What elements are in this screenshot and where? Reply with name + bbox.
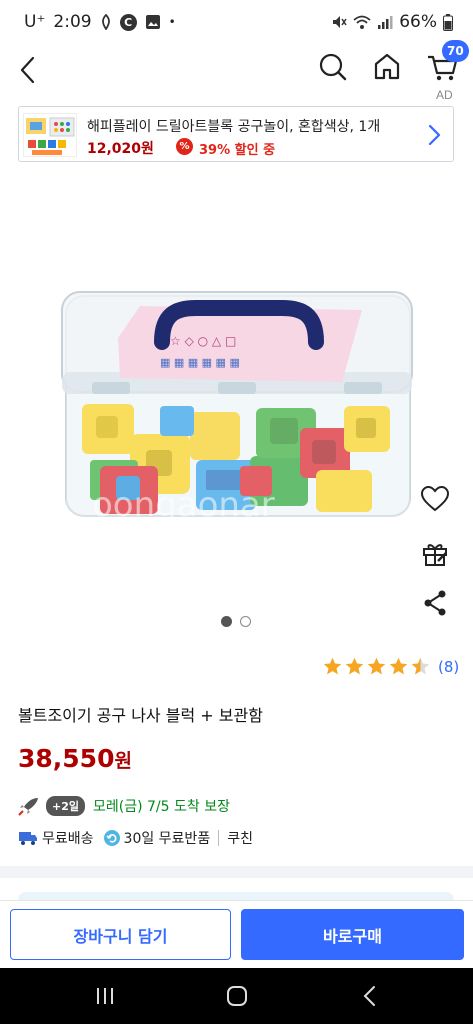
watermark-text: oongaonar (92, 485, 275, 525)
ad-discount: 39% 할인 중 (199, 143, 276, 158)
system-navigation-bar (0, 968, 473, 1024)
carrier-label: U⁺ (24, 12, 46, 32)
top-navigation: 70 (0, 40, 473, 100)
status-time: 2:09 (53, 12, 92, 32)
product-price: 38,550원 (18, 744, 132, 773)
wifi-icon (353, 14, 371, 30)
recents-icon (97, 988, 113, 1004)
mute-icon (331, 14, 347, 30)
price-value: 38,550 (18, 744, 115, 773)
system-home-button[interactable] (226, 985, 248, 1007)
ad-label: AD (436, 88, 453, 102)
star-half-icon (411, 657, 430, 675)
svg-text:☆ ◇ ○ △ □: ☆ ◇ ○ △ □ (170, 334, 236, 348)
star-full-icon (389, 657, 408, 675)
free-return-label: 30일 무료반품 (123, 831, 211, 847)
gift-button[interactable] (418, 536, 452, 570)
heart-icon (420, 485, 450, 512)
wishlist-button[interactable] (418, 482, 452, 516)
free-shipping-label: 무료배송 (42, 831, 94, 847)
gift-icon (423, 544, 447, 566)
system-back-icon (363, 986, 375, 1006)
shipping-info: 무료배송 30일 무료반품 쿠친 (18, 828, 253, 848)
pagination-dot[interactable] (240, 616, 251, 627)
percent-icon: % (176, 138, 193, 155)
status-bar: U⁺ 2:09 C • 66% (0, 0, 473, 44)
star-full-icon (345, 657, 364, 675)
price-unit: 원 (114, 750, 132, 772)
review-count[interactable]: (8) (438, 658, 459, 676)
truck-icon (19, 832, 37, 845)
product-title: 볼트조이기 공구 나사 블럭 + 보관함 (18, 706, 263, 725)
search-icon (319, 53, 347, 81)
signal-icon (377, 14, 393, 30)
buy-now-button[interactable]: 바로구매 (241, 909, 464, 960)
delivery-info: +2일 모레(금) 7/5 도착 보장 (18, 796, 230, 816)
ad-price: 12,020원 (87, 141, 154, 157)
search-button[interactable] (318, 50, 348, 84)
seller-name[interactable]: 쿠친 (227, 828, 253, 848)
battery-icon (443, 13, 453, 31)
delivery-badge: +2일 (46, 796, 85, 816)
rocket-icon (18, 798, 38, 816)
return-icon (103, 830, 120, 846)
battery-level: 66% (399, 12, 437, 32)
home-icon (374, 53, 400, 80)
home-circle-icon (227, 986, 247, 1006)
home-button[interactable] (372, 50, 402, 84)
image-pagination (221, 616, 251, 627)
c-circle-icon: C (119, 13, 137, 31)
add-to-cart-button[interactable]: 장바구니 담기 (10, 909, 231, 960)
chevron-right-icon (423, 123, 445, 147)
back-button[interactable] (14, 52, 48, 88)
system-back-button[interactable] (362, 984, 378, 1008)
pagination-dot-active[interactable] (221, 616, 232, 627)
delivery-text: 모레(금) 7/5 도착 보장 (93, 799, 230, 815)
ad-title: 해피플레이 드릴아트블록 공구놀이, 혼합색상, 1개 (87, 119, 381, 135)
share-button[interactable] (418, 586, 452, 620)
product-image[interactable]: ☆ ◇ ○ △ □ ▦ ▦ ▦ ▦ ▦ ▦ oongaonar (0, 170, 473, 610)
notification-dot-icon: • (168, 15, 176, 29)
svg-text:▦ ▦ ▦ ▦ ▦ ▦: ▦ ▦ ▦ ▦ ▦ ▦ (160, 356, 240, 369)
purchase-bar: 장바구니 담기 바로구매 (0, 900, 473, 968)
clock-icon (100, 14, 112, 30)
divider (218, 830, 220, 846)
section-divider (0, 866, 473, 878)
cart-count-badge: 70 (442, 40, 469, 62)
ad-banner[interactable]: 해피플레이 드릴아트블록 공구놀이, 혼합색상, 1개 12,020원 % 39… (18, 106, 454, 162)
star-full-icon (323, 657, 342, 675)
recents-button[interactable] (94, 985, 116, 1007)
share-icon (424, 590, 446, 616)
star-full-icon (367, 657, 386, 675)
image-icon (145, 14, 161, 30)
back-icon (20, 56, 35, 84)
ad-thumbnail (23, 113, 77, 157)
rating[interactable]: (8) (322, 656, 459, 677)
